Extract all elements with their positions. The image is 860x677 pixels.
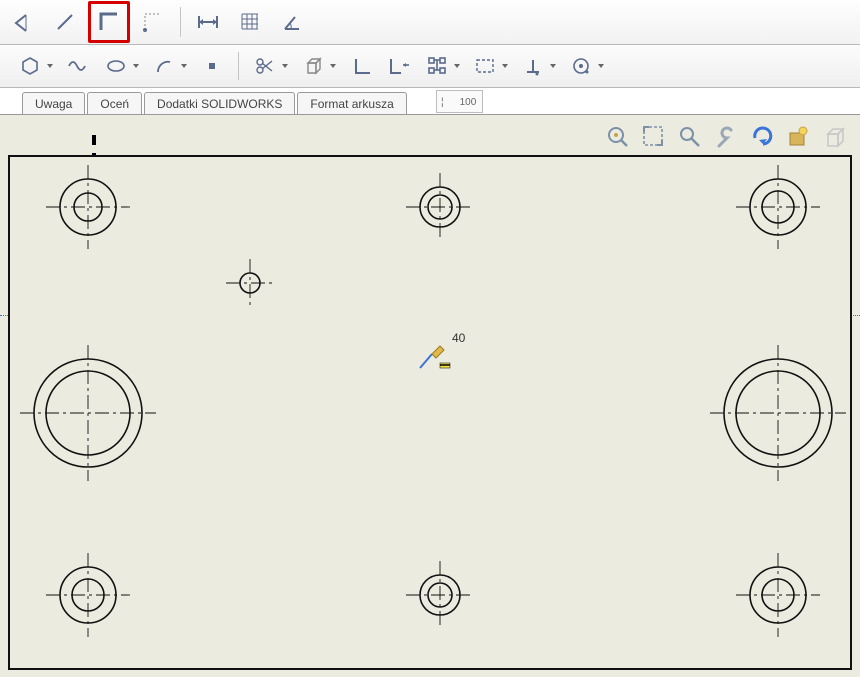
holes-layer [0,115,860,677]
separator [238,52,239,80]
arc-icon[interactable] [148,50,180,82]
corner-bracket-icon[interactable] [345,50,377,82]
rect-dash-icon[interactable] [469,50,501,82]
tab-uwaga[interactable]: Uwaga [22,92,85,114]
drawing-canvas[interactable]: 40 [0,115,860,677]
hole [46,165,130,249]
hole [20,345,156,481]
hole [710,345,846,481]
bracket-dim-icon[interactable] [383,50,415,82]
toolbar-row-1 [0,0,860,45]
ruler-origin-value: 100 [460,97,477,108]
angle-icon[interactable] [273,4,311,40]
hole [46,553,130,637]
arrow-left-icon[interactable] [4,4,42,40]
dotted-corner-icon[interactable] [134,4,172,40]
wave-icon[interactable] [62,50,94,82]
cube-icon[interactable] [297,50,329,82]
hexagon-icon[interactable] [14,50,46,82]
dimension-width-icon[interactable] [189,4,227,40]
scissors-icon[interactable] [249,50,281,82]
line-diagonal-icon[interactable] [46,4,84,40]
hole [406,173,474,241]
tab-strip: Uwaga Oceń Dodatki SOLIDWORKS Format ark… [0,88,860,115]
hole [406,561,474,629]
dimension-value: 40 [452,331,465,345]
hole [736,165,820,249]
ellipse-icon[interactable] [100,50,132,82]
dot-icon[interactable] [196,50,228,82]
pencil-cursor-icon [418,346,452,374]
tree-icon[interactable] [421,50,453,82]
hole [226,259,274,307]
target-icon[interactable] [565,50,597,82]
hole [736,553,820,637]
toolbar-row-2 [0,45,860,88]
ruler-origin: ¦ 100 [436,90,483,113]
perpendicular-icon[interactable] [517,50,549,82]
separator [180,7,181,37]
corner-rect-icon[interactable] [88,1,130,43]
tab-ocen[interactable]: Oceń [87,92,142,114]
grid-icon[interactable] [231,4,269,40]
tab-dodatki[interactable]: Dodatki SOLIDWORKS [144,92,295,114]
tab-format[interactable]: Format arkusza [297,92,406,114]
tick: ¦ [441,97,444,108]
